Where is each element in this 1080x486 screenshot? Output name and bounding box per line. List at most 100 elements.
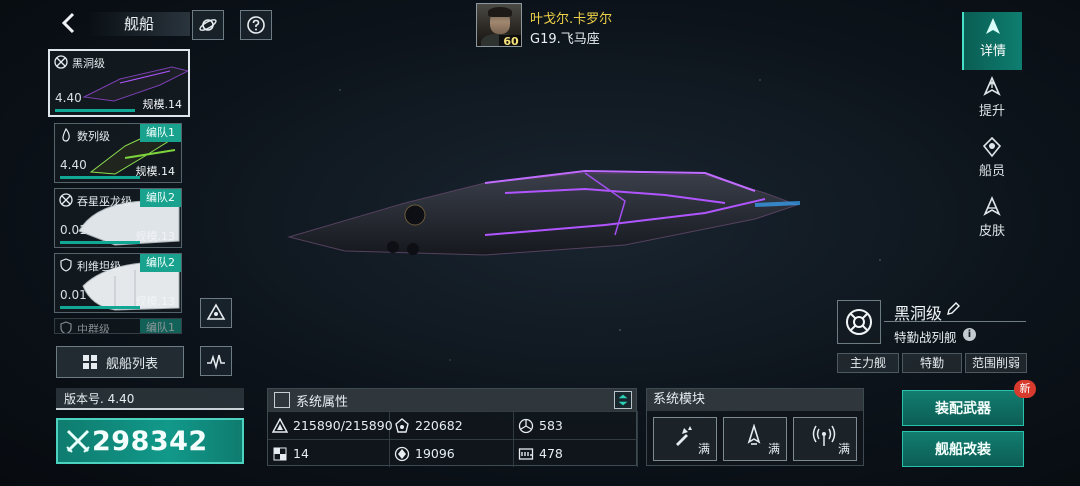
upgrade-icon [983,76,1001,96]
attribute-shield: 19096 [390,439,514,467]
fleet-filter-button[interactable] [200,298,232,328]
ship-progress [60,306,140,309]
new-badge: 新 [1014,380,1036,398]
module-slot-antenna[interactable]: 满 [793,417,857,461]
target-icon [59,193,73,207]
commander-server: G19.飞马座 [530,32,600,47]
antenna-module-icon [812,425,836,446]
attributes-title: 系统属性 [296,394,349,410]
skin-icon [983,196,1001,216]
ship-card[interactable]: 吞星巫龙级 编队2 0.01 规模.13 [54,188,182,248]
tab-upgrade[interactable]: 提升 [962,72,1022,130]
fleet-tag: 编队2 [140,254,181,272]
ship-name: 吞星巫龙级 [77,195,132,208]
crew-icon [982,136,1002,158]
ship-progress [55,109,135,112]
attributes-expand-toggle[interactable] [614,391,632,409]
ship-model [287,169,801,256]
energy-icon [518,418,534,433]
system-modules-panel: 系统模块 满 满 满 [646,388,864,466]
ship-scale: 规模.14 [135,165,176,178]
ship-level: 0.01 [60,223,87,237]
ship-card-partial[interactable]: 中群级 编队1 [54,318,182,334]
ship-card[interactable]: 利维坦级 编队2 0.01 规模.13 [54,253,182,313]
ship-list-button[interactable]: 舰船列表 [56,346,184,378]
crossed-swords-icon [66,429,90,453]
page-title: 舰船 [88,12,190,36]
fleet-tag: 编队1 [140,124,181,142]
ship-card-selected[interactable]: 黑洞级 4.40 规模.14 [48,49,190,117]
ship-name: 黑洞级 [72,57,105,70]
shield-icon [60,321,72,333]
ship-level: 4.40 [55,91,82,105]
ship-class: 特勤战列舰 [894,330,957,345]
attribute-checker: 14 [268,439,390,467]
attributes-header-icon [274,392,290,408]
ship-scale: 规模.14 [142,98,183,111]
attribute-speed: 478 [514,439,638,467]
info-icon[interactable]: i [963,328,976,341]
ship-tag: 特勤 [902,353,962,373]
combat-power: 298342 [56,418,244,464]
ship-level: 0.01 [60,288,87,302]
combat-power-value: 298342 [92,425,208,457]
fleet-tag: 编队1 [140,319,181,333]
modify-ship-button[interactable]: 舰船改装 [902,431,1024,467]
commander-level: 60 [499,35,521,46]
planet-button[interactable] [192,10,224,40]
checker-icon [273,447,287,460]
attribute-armor: 220682 [390,411,514,439]
attribute-hull: 215890/215890 [268,411,393,439]
fleet-tag: 编队2 [140,189,181,207]
commander-name: 叶戈尔.卡罗尔 [530,12,613,27]
shield-core-icon [394,446,410,461]
speed-icon [518,447,534,460]
ship-tag: 主力舰 [837,353,899,373]
right-nav: 详情 提升 船员 皮肤 [962,12,1022,250]
help-button[interactable] [240,10,272,40]
tab-crew[interactable]: 船员 [962,132,1022,190]
chevron-left-icon [61,12,75,34]
tab-details[interactable]: 详情 [962,12,1022,70]
expand-toggle-icon [618,394,628,406]
grid-icon [82,355,97,369]
module-slot-ship[interactable]: 满 [723,417,787,461]
modules-title: 系统模块 [647,389,863,411]
ship-list-label: 舰船列表 [105,356,158,372]
flame-icon [62,128,70,142]
back-button[interactable] [56,10,82,36]
signal-button[interactable] [200,346,232,376]
module-status: 满 [767,442,780,456]
tab-skin[interactable]: 皮肤 [962,192,1022,250]
ship-level: 4.40 [60,158,87,172]
ship-progress [60,176,140,179]
ship-card[interactable]: 数列级 编队1 4.40 规模.14 [54,123,182,183]
module-status: 满 [697,442,710,456]
help-icon [247,16,265,34]
attribute-energy: 583 [514,411,638,439]
module-status: 满 [837,442,850,456]
target-icon [846,309,872,335]
ship-name: 数列级 [77,130,110,143]
target-icon [54,55,68,69]
planet-icon [199,19,217,31]
version-label: 版本号. 4.40 [56,388,244,410]
ship-module-icon [747,424,761,445]
avatar[interactable]: 60 [476,3,522,47]
weapon-module-icon [676,426,692,446]
ship-scale: 规模.13 [135,295,176,308]
divider [884,321,1026,322]
ship-type-badge [837,300,881,344]
fleet-filter-icon [206,303,226,320]
shield-icon [60,258,72,272]
ship-name: 利维坦级 [77,260,121,273]
hull-icon [272,417,288,433]
module-slot-weapon[interactable]: 满 [653,417,717,461]
system-attributes-panel: 系统属性 215890/215890 220682 583 14 19096 4… [267,388,638,467]
edit-pencil-icon[interactable] [946,302,960,316]
equip-weapons-button[interactable]: 装配武器 [902,390,1024,426]
ship-tag: 范围削弱 [965,353,1027,373]
ship-name: 中群级 [77,323,110,334]
details-icon [986,18,1000,34]
ship-progress [60,241,140,244]
